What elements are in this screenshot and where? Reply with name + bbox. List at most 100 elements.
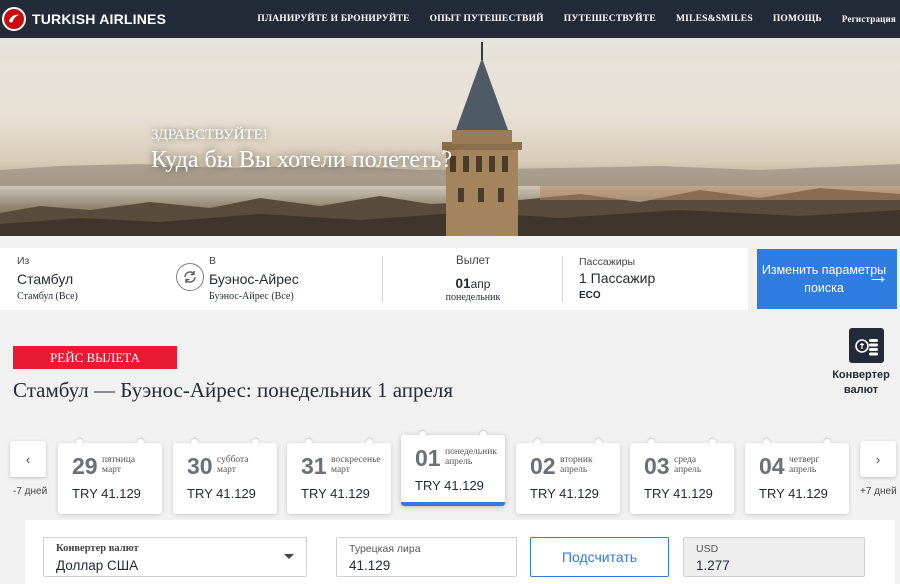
date-option-04[interactable]: 04 четверг апрель TRY 41.129: [745, 439, 849, 514]
date-month: апрель: [674, 465, 702, 475]
date-weekday: вторник: [560, 455, 593, 465]
to-sub: Буэнос-Айрес (Все): [209, 291, 294, 302]
top-navigation: TURKISH AIRLINES ПЛАНИРУЙТЕ И БРОНИРУЙТЕ…: [0, 0, 900, 38]
date-price: TRY 41.129: [644, 486, 713, 501]
date-number: 31: [301, 453, 327, 479]
date-price: TRY 41.129: [187, 486, 256, 501]
swap-route-button[interactable]: [176, 263, 204, 291]
depart-weekday: понедельник: [445, 292, 501, 303]
date-weekday: суббота: [217, 455, 249, 465]
date-option-01-selected[interactable]: 01 понедельник апрель TRY 41.129: [401, 431, 505, 506]
brand-logo[interactable]: TURKISH AIRLINES: [2, 7, 166, 31]
next-week-caption: +7 дней: [860, 486, 897, 497]
swap-icon: [184, 271, 196, 283]
divider: [562, 256, 563, 302]
modify-search-button[interactable]: Изменить параметры поиска →: [757, 249, 897, 309]
hero-banner: ЗДРАВСТВУЙТЕ! Куда бы Вы хотели полететь…: [0, 38, 900, 236]
date-number: 29: [72, 453, 98, 479]
prev-week-caption: -7 дней: [13, 486, 48, 497]
date-number: 03: [644, 453, 670, 479]
register-link[interactable]: Регистрация: [832, 14, 896, 24]
date-weekday: среда: [674, 455, 697, 465]
nav-item-travel[interactable]: ПУТЕШЕСТВУЙТЕ: [554, 14, 666, 24]
search-summary-panel: Из Стамбул Стамбул (Все) В Буэнос-Айрес …: [0, 248, 748, 310]
nav-item-miles-smiles[interactable]: MILES&SMILES: [666, 14, 763, 24]
amount-value: 41.129: [349, 558, 391, 573]
ticket-notch: [480, 431, 487, 438]
ticket-notch: [76, 439, 83, 446]
currency-select[interactable]: Конвертер валют Доллар США: [43, 537, 307, 577]
date-month: март: [102, 465, 121, 475]
date-month: апрель: [445, 457, 473, 467]
hero-greeting: ЗДРАВСТВУЙТЕ!: [151, 127, 268, 143]
caret-down-icon: [284, 554, 294, 559]
ticket-notch: [137, 439, 144, 446]
cabin-class: ECO: [579, 290, 601, 301]
nav-item-experience[interactable]: ОПЫТ ПУТЕШЕСТВИЙ: [420, 14, 554, 24]
ticket-notch: [419, 431, 426, 438]
date-option-02[interactable]: 02 вторник апрель TRY 41.129: [516, 439, 620, 514]
ticket-notch: [252, 439, 259, 446]
passengers-field[interactable]: Пассажиры 1 Пассажир ECO: [578, 248, 748, 310]
date-option-31[interactable]: 31 воскресенье март TRY 41.129: [287, 439, 391, 514]
ticket-notch: [595, 439, 602, 446]
currency-converter-button[interactable]: [849, 328, 884, 363]
amount-label: Турецкая лира: [349, 543, 421, 555]
result-label: USD: [696, 543, 719, 555]
passengers-label: Пассажиры: [579, 256, 636, 268]
nav-item-plan-book[interactable]: ПЛАНИРУЙТЕ И БРОНИРУЙТЕ: [247, 14, 419, 24]
date-price: TRY 41.129: [759, 486, 828, 501]
amount-input[interactable]: Турецкая лира 41.129: [336, 537, 517, 577]
date-month: апрель: [560, 465, 588, 475]
ticket-notch: [191, 439, 198, 446]
to-city: Буэнос-Айрес: [209, 271, 299, 287]
brand-name: TURKISH AIRLINES: [32, 11, 167, 27]
date-weekday: воскресенье: [331, 455, 381, 465]
crane-logo-icon: [2, 7, 26, 31]
date-month: апрель: [789, 465, 817, 475]
ticket-notch: [709, 439, 716, 446]
date-month: март: [217, 465, 236, 475]
main-nav: ПЛАНИРУЙТЕ И БРОНИРУЙТЕ ОПЫТ ПУТЕШЕСТВИЙ…: [247, 0, 896, 38]
depart-date-field[interactable]: Вылет 01апр понедельник: [384, 248, 562, 310]
date-price: TRY 41.129: [72, 486, 141, 501]
ticket-notch: [824, 439, 831, 446]
date-price: TRY 41.129: [301, 486, 370, 501]
date-price: TRY 41.129: [415, 478, 484, 493]
result-value: 1.277: [696, 558, 730, 573]
date-number: 01: [415, 445, 441, 471]
date-option-29[interactable]: 29 пятница март TRY 41.129: [58, 439, 162, 514]
date-weekday: четверг: [789, 455, 820, 465]
calculate-button[interactable]: Подсчитать: [530, 537, 669, 577]
date-weekday: понедельник: [445, 447, 497, 457]
ticket-notch: [648, 439, 655, 446]
to-field[interactable]: В Буэнос-Айрес Буэнос-Айрес (Все): [206, 248, 382, 310]
date-month: март: [331, 465, 350, 475]
nav-item-help[interactable]: ПОМОЩЬ: [763, 14, 832, 24]
ticket-notch: [534, 439, 541, 446]
next-week-button[interactable]: ›: [860, 441, 896, 477]
to-label: В: [209, 255, 217, 267]
date-option-30[interactable]: 30 суббота март TRY 41.129: [173, 439, 277, 514]
date-option-03[interactable]: 03 среда апрель TRY 41.129: [630, 439, 734, 514]
ticket-notch: [763, 439, 770, 446]
depart-date: 01апр: [384, 275, 562, 293]
date-weekday: пятница: [102, 455, 136, 465]
date-number: 04: [759, 453, 785, 479]
currency-select-value: Доллар США: [56, 558, 139, 573]
hero-cityscape-image: [0, 42, 900, 236]
currency-select-label: Конвертер валют: [56, 543, 139, 554]
depart-month: апр: [470, 277, 491, 291]
passengers-value: 1 Пассажир: [579, 270, 656, 286]
prev-week-button[interactable]: ‹: [10, 441, 46, 477]
ticket-notch: [305, 439, 312, 446]
from-sub: Стамбул (Все): [17, 291, 78, 302]
departure-flight-badge: РЕЙС ВЫЛЕТА: [13, 346, 177, 369]
result-field: USD 1.277: [683, 537, 865, 577]
date-price: TRY 41.129: [530, 486, 599, 501]
chevron-left-icon: ‹: [25, 451, 31, 467]
from-field[interactable]: Из Стамбул Стамбул (Все): [0, 248, 176, 310]
ticket-notch: [366, 439, 373, 446]
currency-converter-label: Конвертер валют: [832, 369, 890, 396]
date-number: 02: [530, 453, 556, 479]
